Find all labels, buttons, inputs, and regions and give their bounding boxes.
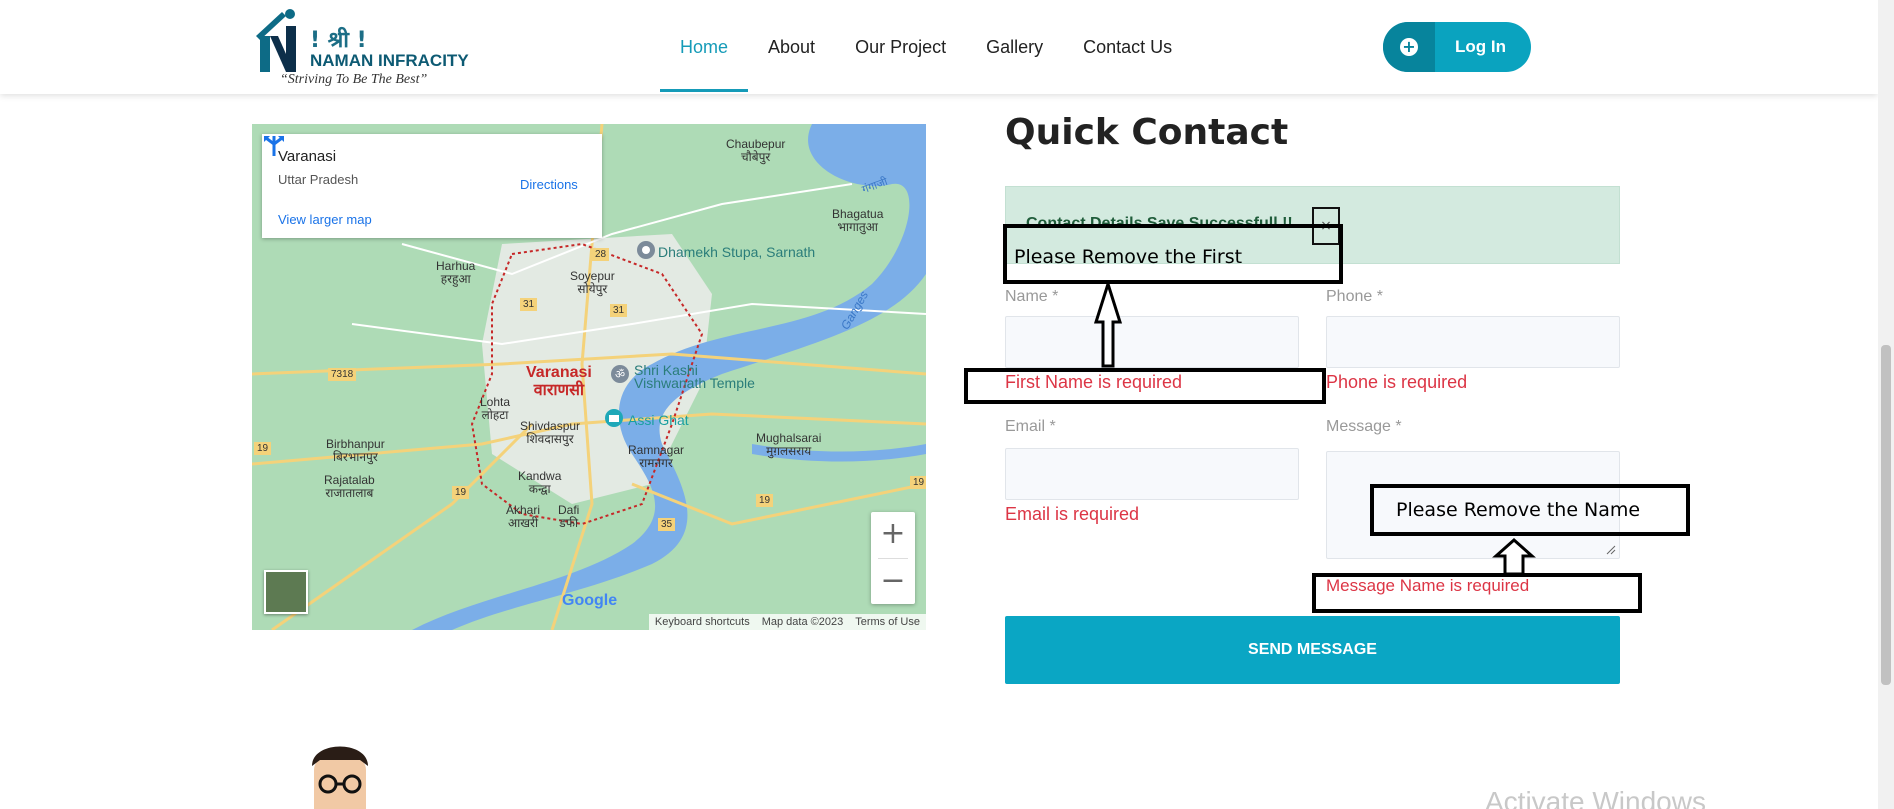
road-shield: 19 bbox=[756, 494, 774, 507]
nav-contact-us[interactable]: Contact Us bbox=[1063, 0, 1192, 94]
terms-of-use-link[interactable]: Terms of Use bbox=[855, 614, 920, 630]
logo-title-hindi: ! श्री ! bbox=[310, 28, 367, 53]
map-place-subtitle: Uttar Pradesh bbox=[278, 172, 359, 187]
road-shield: 31 bbox=[520, 298, 538, 311]
nav-home[interactable]: Home bbox=[660, 0, 749, 94]
view-larger-map-link[interactable]: View larger map bbox=[278, 212, 372, 227]
map-label-harhua: Harhua हरहुआ bbox=[436, 259, 476, 286]
logo-house-icon bbox=[256, 9, 296, 72]
email-error: Email is required bbox=[1005, 504, 1140, 524]
phone-error: Phone is required bbox=[1326, 372, 1468, 392]
map-label-lohta: Lohta लोहटा bbox=[480, 395, 511, 422]
annotation-box-message-error bbox=[1312, 573, 1642, 613]
logo-brand-name: NAMAN INFRACITY bbox=[310, 51, 469, 70]
logo[interactable]: ! श्री ! NAMAN INFRACITY “Striving To Be… bbox=[252, 2, 482, 92]
road-shield: 31 bbox=[610, 304, 628, 317]
map-label-shivdaspur: Shivdaspur शिवदासपुर bbox=[520, 419, 581, 446]
directions-link[interactable]: Directions bbox=[520, 177, 578, 192]
logo-tagline: “Striving To Be The Best” bbox=[280, 72, 428, 87]
map-place-title: Varanasi bbox=[278, 148, 337, 165]
map-label-soyepur: Soyepur सोयेपुर bbox=[570, 269, 615, 296]
annotation-box-name-error bbox=[964, 368, 1326, 404]
map-label-kashi-vishwanath[interactable]: Shri Kashi Vishwanath Temple bbox=[634, 363, 755, 390]
name-input[interactable] bbox=[1005, 316, 1299, 368]
map-info-card: Varanasi Uttar Pradesh View larger map D… bbox=[262, 134, 602, 238]
google-logo: Google bbox=[562, 592, 618, 609]
map-label-kandwa: Kandwa कन्द्वा bbox=[518, 469, 562, 496]
login-icon-wrap: + bbox=[1383, 22, 1435, 72]
satellite-toggle[interactable] bbox=[264, 570, 308, 614]
keyboard-shortcuts-link[interactable]: Keyboard shortcuts bbox=[655, 614, 750, 630]
email-label: Email * bbox=[1005, 418, 1056, 435]
map-zoom-controls: + − bbox=[871, 512, 915, 604]
annotation-remove-first: Please Remove the First bbox=[1014, 246, 1243, 268]
directions-icon[interactable] bbox=[262, 134, 286, 158]
road-shield: 7318 bbox=[328, 368, 357, 381]
map-label-ramnagar: Ramnagar रामनगर bbox=[628, 443, 685, 470]
page-scrollbar[interactable] bbox=[1878, 0, 1894, 809]
resize-grip-icon[interactable] bbox=[1606, 545, 1616, 555]
road-shield: 19 bbox=[452, 486, 470, 499]
quick-contact-title: Quick Contact bbox=[1005, 112, 1289, 153]
annotation-arrow-up-icon bbox=[1492, 538, 1536, 576]
map-label-dhamekh[interactable]: Dhamekh Stupa, Sarnath bbox=[658, 245, 815, 259]
om-pin-icon[interactable]: ॐ bbox=[610, 364, 630, 384]
map-footer: Keyboard shortcuts Map data ©2023 Terms … bbox=[648, 614, 926, 630]
annotation-remove-name: Please Remove the Name bbox=[1396, 499, 1641, 521]
road-shield: 19 bbox=[254, 442, 272, 455]
map-label-bhagatua: Bhagatua भागातुआ bbox=[832, 207, 884, 234]
name-label: Name * bbox=[1005, 288, 1059, 305]
zoom-out-button[interactable]: − bbox=[871, 559, 915, 605]
email-input[interactable] bbox=[1005, 448, 1299, 500]
map-label-akhari: Akhari आखरी bbox=[506, 503, 541, 530]
temple-pin-icon[interactable] bbox=[636, 240, 656, 260]
nav-about[interactable]: About bbox=[748, 0, 835, 94]
map-label-birbhanpur: Birbhanpur बिरभानपुर bbox=[326, 437, 385, 464]
nav-gallery[interactable]: Gallery bbox=[966, 0, 1063, 94]
map-label-assi-ghat[interactable]: Assi Ghat bbox=[628, 413, 689, 427]
camera-pin-icon[interactable] bbox=[604, 408, 624, 428]
page: ! श्री ! NAMAN INFRACITY “Striving To Be… bbox=[0, 0, 1894, 809]
phone-input[interactable] bbox=[1326, 316, 1620, 368]
zoom-in-button[interactable]: + bbox=[871, 512, 915, 558]
avatar bbox=[312, 746, 368, 809]
map-label-chaubepur: Chaubepur चौबेपुर bbox=[726, 137, 786, 164]
road-shield: 35 bbox=[658, 518, 676, 531]
map-data-text: Map data ©2023 bbox=[761, 616, 844, 628]
message-label: Message * bbox=[1326, 418, 1402, 435]
svg-text:ॐ: ॐ bbox=[615, 368, 625, 381]
road-shield: 19 bbox=[910, 476, 926, 489]
google-map[interactable]: Chaubepur चौबेपुर Bhagatua भागातुआ Harhua ह… bbox=[252, 124, 926, 630]
annotation-arrow-up-icon bbox=[1094, 282, 1122, 368]
site-header: ! श्री ! NAMAN INFRACITY “Striving To Be… bbox=[0, 0, 1878, 94]
login-button[interactable]: + Log In bbox=[1383, 22, 1531, 72]
plus-circle-icon: + bbox=[1400, 38, 1418, 56]
phone-label: Phone * bbox=[1326, 288, 1383, 305]
map-label-varanasi: Varanasi वाराणसी bbox=[526, 364, 592, 399]
send-message-button[interactable]: SEND MESSAGE bbox=[1005, 616, 1620, 684]
scrollbar-thumb[interactable] bbox=[1881, 345, 1891, 685]
nav-our-project[interactable]: Our Project bbox=[835, 0, 966, 94]
road-shield: 28 bbox=[592, 248, 610, 261]
main-nav: Home About Our Project Gallery Contact U… bbox=[660, 0, 1192, 94]
map-label-mughalsarai: Mughalsarai मुग़लसराय bbox=[756, 431, 822, 458]
map-label-dafi: Dafi डफी bbox=[558, 503, 580, 530]
map-label-rajatalab: Rajatalab राजातालाब bbox=[324, 473, 375, 500]
login-label: Log In bbox=[1455, 37, 1506, 56]
windows-activation-watermark: Activate Windows bbox=[1485, 786, 1706, 809]
